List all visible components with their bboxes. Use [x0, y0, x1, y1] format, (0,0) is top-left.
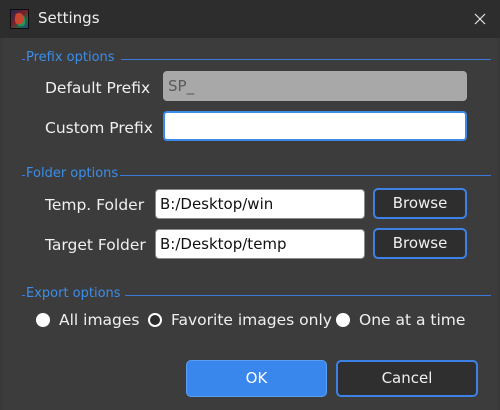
default-prefix-label: Default Prefix: [45, 79, 151, 97]
close-button[interactable]: [458, 0, 500, 38]
export-one-at-a-time-label: One at a time: [359, 311, 466, 329]
folder-options-group-label: Folder options: [26, 166, 119, 181]
app-logo-icon: [10, 9, 29, 29]
radio-unselected-icon: [336, 313, 350, 327]
window-title: Settings: [38, 9, 100, 27]
custom-prefix-label: Custom Prefix: [45, 119, 153, 137]
temp-folder-field[interactable]: B:/Desktop/win: [155, 189, 365, 219]
export-options-divider: [125, 295, 491, 296]
title-bar: Settings: [0, 0, 500, 38]
custom-prefix-field[interactable]: [163, 111, 467, 141]
target-folder-browse-button[interactable]: Browse: [373, 228, 467, 259]
folder-options-divider: [120, 175, 491, 176]
export-favorite-images-radio[interactable]: Favorite images only: [148, 311, 332, 329]
prefix-options-divider: [121, 59, 491, 60]
export-favorite-images-label: Favorite images only: [171, 311, 332, 329]
close-icon: [474, 13, 486, 25]
radio-unselected-icon: [36, 313, 50, 327]
default-prefix-field: SP_: [163, 71, 467, 101]
settings-panel: Prefix options Default Prefix SP_ Custom…: [3, 38, 497, 410]
temp-folder-browse-button[interactable]: Browse: [373, 188, 467, 219]
temp-folder-label: Temp. Folder: [45, 196, 145, 214]
target-folder-label: Target Folder: [45, 236, 146, 254]
export-all-images-radio[interactable]: All images: [36, 311, 140, 329]
prefix-options-divider-left: [22, 59, 25, 60]
target-folder-field[interactable]: B:/Desktop/temp: [155, 229, 365, 259]
radio-selected-icon: [148, 313, 162, 327]
export-options-group-label: Export options: [26, 286, 121, 301]
export-options-divider-left: [22, 295, 25, 296]
prefix-options-group-label: Prefix options: [26, 50, 115, 65]
export-one-at-a-time-radio[interactable]: One at a time: [336, 311, 465, 329]
folder-options-divider-left: [22, 175, 25, 176]
export-all-images-label: All images: [59, 311, 140, 329]
cancel-button[interactable]: Cancel: [336, 360, 478, 397]
ok-button[interactable]: OK: [186, 360, 327, 397]
